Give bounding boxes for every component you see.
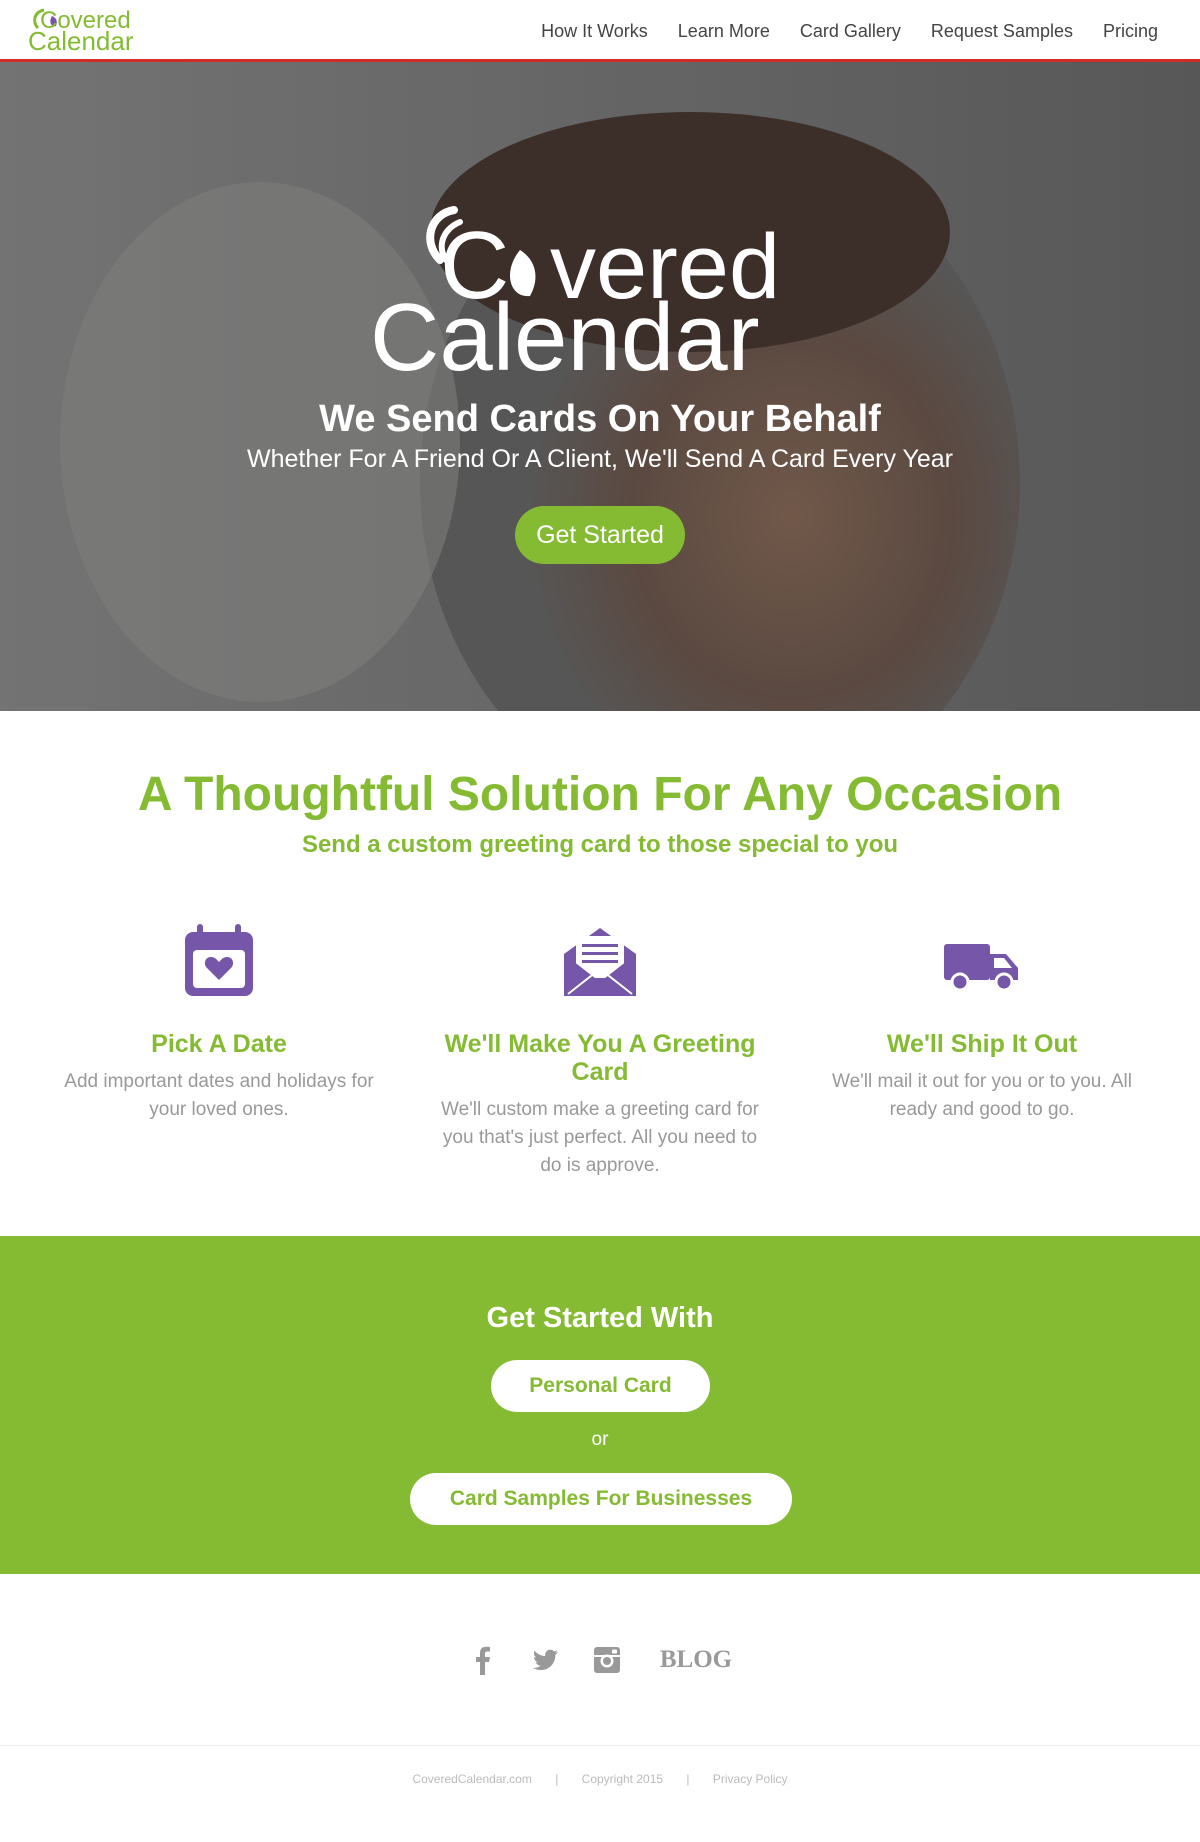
feature-text: We'll mail it out for you or to you. All… — [831, 1071, 1132, 1120]
cta-or-text: or — [591, 1429, 609, 1450]
feature-greeting-card: We'll Make You A Greeting Card We'll cus… — [430, 920, 770, 1180]
footer-separator: | — [555, 1772, 559, 1786]
facebook-icon[interactable] — [468, 1645, 498, 1675]
footer-copyright: Copyright 2015 — [581, 1772, 664, 1786]
get-started-section: Get Started With Personal Card or Card S… — [0, 1236, 1200, 1574]
business-samples-button[interactable]: Card Samples For Businesses — [410, 1473, 792, 1525]
nav-pricing[interactable]: Pricing — [1103, 21, 1158, 42]
nav-card-gallery[interactable]: Card Gallery — [800, 21, 901, 42]
cta-title: Get Started With — [486, 1302, 714, 1334]
hero-subtitle: Whether For A Friend Or A Client, We'll … — [246, 445, 954, 473]
twitter-icon[interactable] — [530, 1645, 560, 1675]
blog-link[interactable]: BLOG — [660, 1646, 732, 1674]
site-footer: CoveredCalendar.com | Copyright 2015 | P… — [0, 1772, 1200, 1786]
features-title: A Thoughtful Solution For Any Occasion — [137, 768, 1063, 821]
hero-section: C vered Calendar We Send Cards On Your B… — [0, 62, 1200, 711]
feature-pick-a-date: Pick A Date Add important dates and holi… — [49, 920, 389, 1124]
personal-card-button[interactable]: Personal Card — [491, 1360, 710, 1412]
feature-title: We'll Ship It Out — [886, 1030, 1078, 1058]
footer-separator: | — [686, 1772, 690, 1786]
calendar-heart-icon — [185, 924, 253, 996]
envelope-letter-icon — [564, 928, 636, 996]
svg-text:Calendar: Calendar — [28, 26, 134, 54]
feature-title: Pick A Date — [151, 1030, 287, 1058]
footer-privacy-link[interactable]: Privacy Policy — [713, 1772, 788, 1786]
feature-text: We'll custom make a greeting card for yo… — [441, 1099, 759, 1176]
social-links: BLOG — [0, 1645, 1200, 1675]
nav-learn-more[interactable]: Learn More — [678, 21, 770, 42]
site-header: Covered Calendar How It Works Learn More… — [0, 0, 1200, 62]
instagram-icon[interactable] — [592, 1645, 622, 1675]
hero-logo: C vered Calendar — [370, 206, 780, 377]
feature-text: Add important dates and holidays for you… — [64, 1071, 374, 1120]
hero-background-photo — [0, 62, 1200, 711]
hero-title: We Send Cards On Your Behalf — [319, 398, 881, 440]
footer-site-link[interactable]: CoveredCalendar.com — [412, 1772, 531, 1786]
footer-divider — [0, 1745, 1200, 1746]
nav-request-samples[interactable]: Request Samples — [931, 21, 1073, 42]
delivery-truck-icon — [944, 944, 1018, 992]
covered-calendar-logo[interactable]: Covered Calendar — [28, 6, 162, 54]
get-started-button[interactable]: Get Started — [515, 506, 685, 564]
main-nav: How It Works Learn More Card Gallery Req… — [541, 0, 1158, 62]
features-subtitle: Send a custom greeting card to those spe… — [301, 831, 899, 858]
svg-text:Calendar: Calendar — [370, 284, 760, 377]
feature-ship-it-out: We'll Ship It Out We'll mail it out for … — [812, 920, 1152, 1124]
nav-how-it-works[interactable]: How It Works — [541, 21, 648, 42]
feature-title: We'll Make You A Greeting Card — [444, 1030, 756, 1086]
